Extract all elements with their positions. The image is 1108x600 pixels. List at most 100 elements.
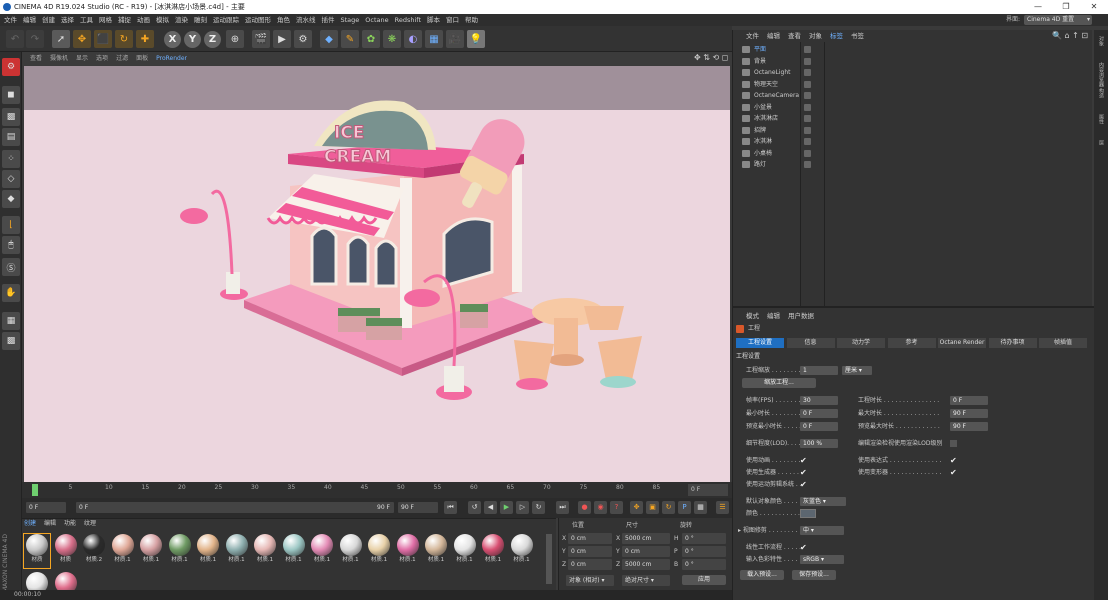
visibility-toggle-icon[interactable]: [804, 92, 811, 99]
render-lod-checkbox[interactable]: [950, 440, 957, 447]
light-icon[interactable]: 💡: [467, 30, 485, 48]
menu-item-10[interactable]: 雕刻: [194, 14, 207, 26]
texture-mode-icon[interactable]: ▩: [2, 108, 20, 126]
material-swatch[interactable]: 材质.1: [252, 534, 278, 568]
position-field[interactable]: 0 cm: [568, 559, 612, 570]
cube-icon[interactable]: ◆: [320, 30, 338, 48]
preview-min-field[interactable]: 0 F: [800, 422, 838, 431]
right-tab-1[interactable]: 内容浏览器: [1096, 62, 1106, 87]
position-field[interactable]: 0 cm: [568, 546, 612, 557]
axis-mode-icon[interactable]: ⌊: [2, 216, 20, 234]
rotation-field[interactable]: 0 °: [682, 533, 726, 544]
attribute-menu-item-1[interactable]: 编辑: [767, 312, 780, 320]
object-row[interactable]: OctaneCamera: [736, 90, 1092, 101]
viewport-nav-icons[interactable]: ✥ ⇅ ⟲ ◻: [694, 53, 728, 62]
material-menu-item-1[interactable]: 编辑: [44, 520, 56, 527]
menu-item-8[interactable]: 模拟: [156, 14, 169, 26]
preview-max-field[interactable]: 90 F: [950, 422, 988, 431]
menu-item-16[interactable]: Stage: [341, 14, 360, 26]
menu-item-12[interactable]: 运动图形: [245, 14, 271, 26]
material-menu-item-2[interactable]: 功能: [64, 520, 76, 527]
viewport-menu-item-5[interactable]: 面板: [136, 52, 148, 65]
material-swatch[interactable]: 材质.1: [395, 534, 421, 568]
menu-item-19[interactable]: 脚本: [427, 14, 440, 26]
material-swatch[interactable]: 材质.1: [366, 534, 392, 568]
attribute-tab-2[interactable]: 动力学: [837, 338, 885, 348]
next-key-icon[interactable]: ↻: [532, 501, 545, 514]
move-icon[interactable]: ✥: [73, 30, 91, 48]
select-cursor-icon[interactable]: ➚: [52, 30, 70, 48]
deformer-icon[interactable]: ◐: [404, 30, 422, 48]
size-field[interactable]: 5000 cm: [622, 559, 670, 570]
attribute-menu-item-0[interactable]: 模式: [746, 312, 759, 320]
viewport-menu-item-2[interactable]: 显示: [76, 52, 88, 65]
coord-mode-select[interactable]: 对象 (相对) ▾: [566, 575, 614, 586]
menu-item-17[interactable]: Octane: [365, 14, 388, 26]
play-icon[interactable]: ▶: [500, 501, 513, 514]
3d-viewport[interactable]: ICE CREAM: [24, 66, 730, 482]
autokey-icon[interactable]: ◉: [594, 501, 607, 514]
minimize-button[interactable]: —: [1024, 0, 1052, 14]
attribute-tab-1[interactable]: 信息: [786, 338, 835, 348]
prev-key-icon[interactable]: ↺: [468, 501, 481, 514]
attribute-tab-4[interactable]: Octane Render: [938, 338, 986, 348]
visibility-toggle-icon[interactable]: [804, 46, 811, 53]
menu-item-2[interactable]: 创建: [42, 14, 55, 26]
view-clip-select[interactable]: 中 ▾: [800, 526, 844, 535]
visibility-toggle-icon[interactable]: [804, 149, 811, 157]
lod-field[interactable]: 100 %: [800, 439, 838, 448]
menu-item-20[interactable]: 窗口: [446, 14, 459, 26]
menu-item-13[interactable]: 角色: [277, 14, 290, 26]
close-button[interactable]: ✕: [1080, 0, 1108, 14]
transform-icon[interactable]: ✚: [136, 30, 154, 48]
position-field[interactable]: 0 cm: [568, 533, 612, 544]
world-coords-icon[interactable]: ⊕: [226, 30, 244, 48]
rotate-icon[interactable]: ↻: [115, 30, 133, 48]
goto-end-icon[interactable]: ⏭: [556, 501, 569, 514]
viewport-menu-item-3[interactable]: 选项: [96, 52, 108, 65]
prev-frame-icon[interactable]: ◀: [484, 501, 497, 514]
goto-start-icon[interactable]: ⏮: [444, 501, 457, 514]
material-swatch[interactable]: 材质.1: [195, 534, 221, 568]
menu-item-0[interactable]: 文件: [4, 14, 17, 26]
use-animation-checkbox[interactable]: ✔: [800, 456, 807, 465]
object-menu-item-0[interactable]: 文件: [746, 32, 759, 40]
size-field[interactable]: 0 cm: [622, 546, 670, 557]
key-pla-icon[interactable]: ▦: [694, 501, 707, 514]
attribute-tab-5[interactable]: 待办事项: [988, 338, 1037, 348]
attribute-tab-6[interactable]: 帧插值: [1039, 338, 1087, 348]
material-swatch[interactable]: 材质.1: [452, 534, 478, 568]
menu-item-11[interactable]: 运动跟踪: [213, 14, 239, 26]
scale-icon[interactable]: ⬛: [94, 30, 112, 48]
max-time-field[interactable]: 90 F: [950, 409, 988, 418]
visibility-toggle-icon[interactable]: [804, 57, 811, 65]
material-swatch[interactable]: 材质.1: [480, 534, 506, 568]
material-swatch[interactable]: 材质.1: [167, 534, 193, 568]
layout-select[interactable]: Cinema 4D 重置 ▾: [1024, 15, 1092, 25]
material-swatch[interactable]: 材质: [53, 534, 79, 568]
keyframe-help-icon[interactable]: ?: [610, 501, 623, 514]
right-tab-4[interactable]: 层: [1096, 140, 1106, 145]
menu-item-7[interactable]: 动画: [137, 14, 150, 26]
load-preset-button[interactable]: 载入预设...: [740, 570, 784, 580]
visibility-toggle-icon[interactable]: [804, 115, 811, 122]
workplane-icon[interactable]: ▤: [2, 128, 20, 146]
subdivision-icon[interactable]: ✿: [362, 30, 380, 48]
key-position-icon[interactable]: ✥: [630, 501, 643, 514]
prorender-menu-item[interactable]: ProRender: [156, 52, 187, 65]
fps-field[interactable]: 30: [800, 396, 838, 405]
object-menu-item-5[interactable]: 书签: [851, 32, 864, 40]
visibility-toggle-icon[interactable]: [804, 126, 811, 134]
object-row[interactable]: 背景: [736, 56, 1092, 67]
points-mode-icon[interactable]: ⁘: [2, 150, 20, 168]
object-menu-item-2[interactable]: 查看: [788, 32, 801, 40]
object-row[interactable]: 小盆景: [736, 102, 1092, 113]
rotation-field[interactable]: 0 °: [682, 559, 726, 570]
material-swatch[interactable]: 材质.1: [338, 534, 364, 568]
min-time-field[interactable]: 0 F: [800, 409, 838, 418]
object-row[interactable]: 平面: [736, 44, 1092, 55]
visibility-toggle-icon[interactable]: [804, 69, 811, 76]
attribute-tab-3[interactable]: 参考: [887, 338, 936, 348]
current-frame-slider[interactable]: 0 F 90 F: [76, 502, 394, 513]
menu-item-1[interactable]: 编辑: [23, 14, 36, 26]
